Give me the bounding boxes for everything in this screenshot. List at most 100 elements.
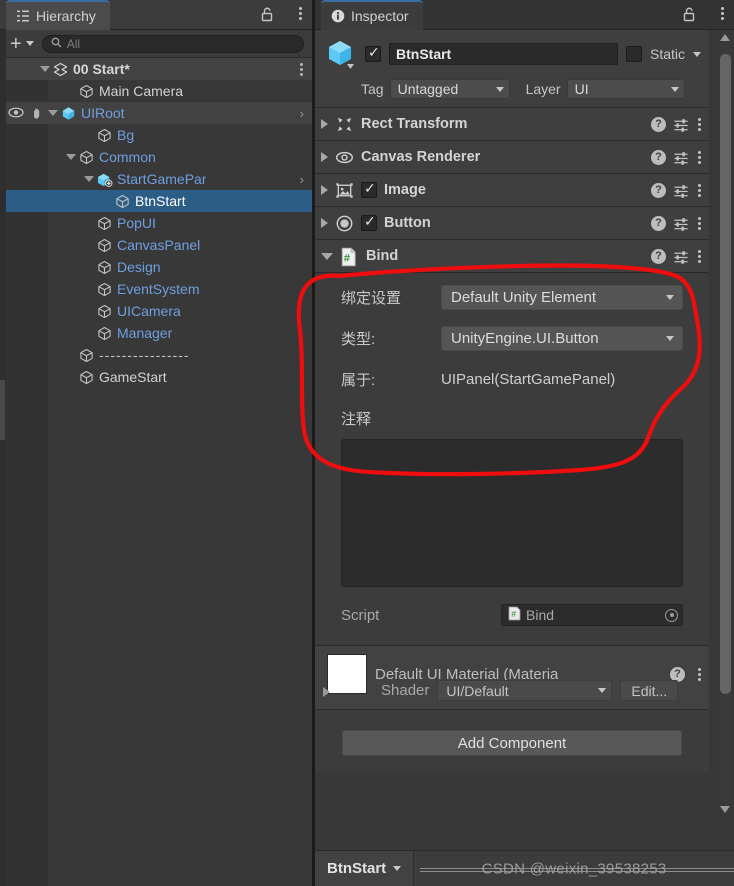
hierarchy-item-design[interactable]: Design: [0, 256, 312, 278]
foldout-closed-icon[interactable]: [321, 218, 328, 228]
belongs-to-value: UIPanel(StartGamePanel): [441, 371, 616, 388]
binding-settings-dropdown[interactable]: Default Unity Element: [441, 285, 683, 310]
foldout-open-icon[interactable]: [40, 66, 50, 72]
gameobject-icon: [97, 128, 112, 143]
image-icon: [335, 181, 354, 200]
gameobject-name-field[interactable]: BtnStart: [389, 43, 618, 65]
scrollbar-thumb[interactable]: [720, 54, 731, 694]
preset-icon[interactable]: [673, 117, 688, 132]
prefab-open-arrow-icon[interactable]: ›: [300, 106, 304, 121]
eye-icon[interactable]: [8, 106, 24, 122]
prefab-open-arrow-icon[interactable]: ›: [300, 172, 304, 187]
kebab-menu-icon[interactable]: [697, 216, 701, 230]
add-component-button[interactable]: Add Component: [342, 730, 682, 756]
type-dropdown[interactable]: UnityEngine.UI.Button: [441, 326, 683, 351]
component-enabled-checkbox[interactable]: [361, 213, 377, 231]
breadcrumb[interactable]: BtnStart: [315, 850, 415, 886]
component-row-button[interactable]: Button?: [315, 207, 709, 240]
component-row-rect-transform[interactable]: Rect Transform?: [315, 108, 709, 141]
component-row-bind[interactable]: # Bind?: [315, 240, 709, 273]
hierarchy-item-label: Main Camera: [99, 83, 184, 99]
inspector-scroll-area: BtnStart Static Tag Untagged Layer: [315, 30, 734, 845]
scroll-up-arrow-icon[interactable]: [720, 34, 730, 41]
search-input[interactable]: All: [41, 34, 304, 53]
component-enabled-checkbox[interactable]: [361, 180, 377, 198]
hierarchy-item-uiroot[interactable]: UIRoot ›: [0, 102, 312, 124]
help-icon[interactable]: ?: [651, 248, 666, 264]
lock-open-icon[interactable]: [682, 7, 696, 22]
hierarchy-item-btnstart[interactable]: BtnStart: [0, 190, 312, 212]
comment-label: 注释: [341, 411, 372, 428]
shader-dropdown[interactable]: UI/Default: [437, 680, 613, 701]
gameobject-active-checkbox[interactable]: [365, 44, 381, 62]
shader-edit-button[interactable]: Edit...: [620, 680, 679, 701]
preset-icon[interactable]: [673, 150, 688, 165]
kebab-menu-icon[interactable]: [720, 7, 724, 20]
hierarchy-item-manager[interactable]: Manager: [0, 322, 312, 344]
prefab-icon[interactable]: [323, 37, 357, 71]
script-object-field[interactable]: # Bind: [501, 604, 683, 626]
help-icon[interactable]: ?: [651, 182, 666, 198]
component-row-image[interactable]: Image?: [315, 174, 709, 207]
hierarchy-item-maincamera[interactable]: Main Camera: [0, 80, 312, 102]
hierarchy-item-uicamera[interactable]: UICamera: [0, 300, 312, 322]
status-bar: BtnStart CSDN @weixin_39538253: [315, 850, 734, 886]
script-value: Bind: [526, 607, 555, 623]
hierarchy-item-gamestart[interactable]: GameStart: [0, 366, 312, 388]
gameobject-icon: [79, 348, 94, 363]
foldout-open-icon[interactable]: [321, 252, 333, 260]
tab-hierarchy[interactable]: Hierarchy: [6, 0, 110, 30]
window-resize-handle[interactable]: [0, 380, 5, 440]
hierarchy-item-bg[interactable]: Bg: [0, 124, 312, 146]
hierarchy-item-popui[interactable]: PopUI: [0, 212, 312, 234]
component-name: Rect Transform: [361, 116, 468, 132]
static-checkbox[interactable]: [625, 46, 642, 62]
gameobject-icon: [97, 216, 112, 231]
foldout-open-icon[interactable]: [48, 110, 58, 116]
kebab-menu-icon[interactable]: [300, 63, 304, 76]
component-row-canvas-renderer[interactable]: Canvas Renderer?: [315, 141, 709, 174]
foldout-open-icon[interactable]: [84, 176, 94, 182]
preset-icon[interactable]: [673, 249, 688, 264]
hierarchy-item-[interactable]: ----------------: [0, 344, 312, 366]
kebab-menu-icon[interactable]: [697, 249, 701, 263]
tab-inspector-label: Inspector: [351, 8, 409, 24]
tab-inspector[interactable]: Inspector: [321, 0, 423, 30]
help-icon[interactable]: ?: [651, 149, 666, 165]
inspector-scrollbar[interactable]: [718, 32, 731, 815]
foldout-closed-icon[interactable]: [321, 119, 328, 129]
hierarchy-item-canvaspanel[interactable]: CanvasPanel: [0, 234, 312, 256]
material-foldout-icon[interactable]: [323, 687, 330, 697]
kebab-menu-icon[interactable]: [697, 150, 701, 164]
hierarchy-scene-row[interactable]: 00 Start*: [0, 58, 312, 80]
prefab-variant-icon: [97, 172, 113, 187]
static-dropdown-chevron-icon[interactable]: [693, 51, 701, 57]
kebab-menu-icon[interactable]: [697, 667, 701, 681]
hierarchy-item-common[interactable]: Common: [0, 146, 312, 168]
add-gameobject-button[interactable]: +: [8, 34, 36, 54]
tag-dropdown[interactable]: Untagged: [389, 79, 510, 99]
preset-icon[interactable]: [673, 183, 688, 198]
hierarchy-item-startgamepar[interactable]: StartGamePar ›: [0, 168, 312, 190]
object-picker-icon[interactable]: [665, 608, 678, 622]
comment-textarea[interactable]: [341, 439, 683, 587]
scroll-down-arrow-icon[interactable]: [720, 806, 730, 813]
kebab-menu-icon[interactable]: [697, 183, 701, 197]
hierarchy-item-eventsystem[interactable]: EventSystem: [0, 278, 312, 300]
chevron-down-icon[interactable]: [393, 866, 402, 871]
chevron-down-icon: [25, 41, 34, 46]
layer-value: UI: [574, 81, 589, 97]
foldout-closed-icon[interactable]: [321, 152, 328, 162]
layer-dropdown[interactable]: UI: [566, 79, 685, 99]
help-icon[interactable]: ?: [651, 215, 666, 231]
gameobject-icon: [115, 194, 130, 209]
foldout-closed-icon[interactable]: [321, 185, 328, 195]
help-icon[interactable]: ?: [651, 116, 666, 132]
preset-icon[interactable]: [673, 216, 688, 231]
lock-open-icon[interactable]: [260, 7, 274, 22]
kebab-menu-icon[interactable]: [298, 7, 302, 20]
foldout-open-icon[interactable]: [66, 154, 76, 160]
foldout-spacer: [84, 130, 94, 140]
kebab-menu-icon[interactable]: [697, 117, 701, 131]
hand-icon[interactable]: [30, 106, 45, 123]
